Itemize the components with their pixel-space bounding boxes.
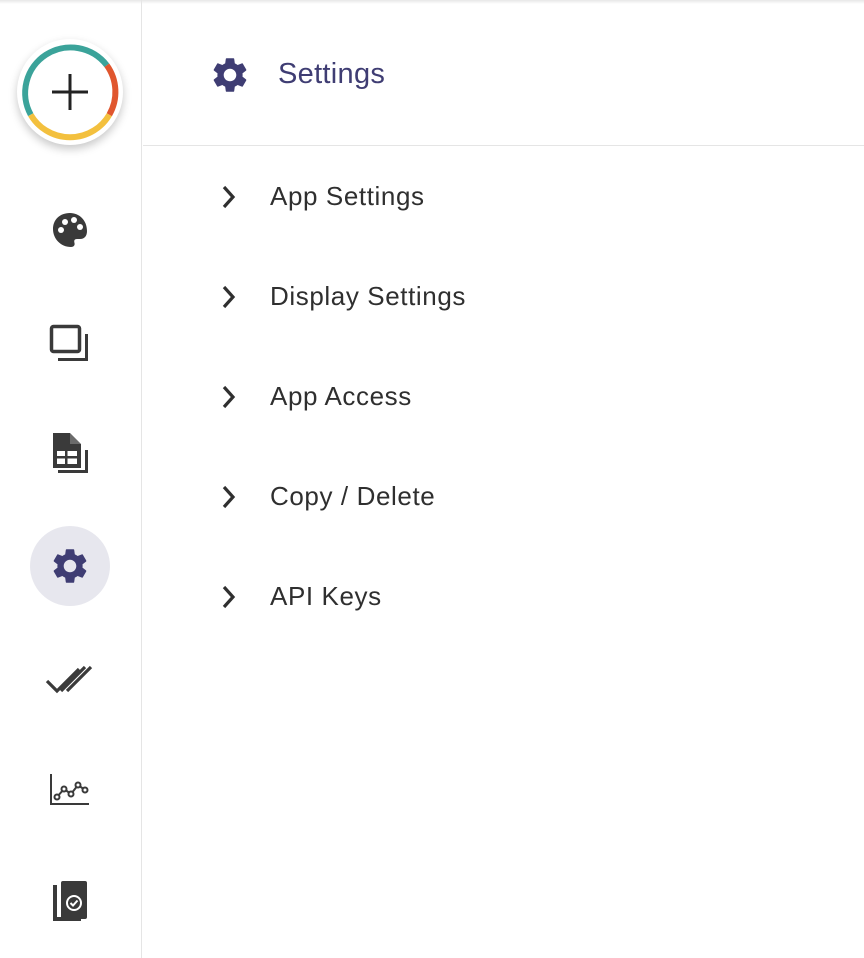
chevron-right-icon — [222, 485, 236, 509]
nav-themes[interactable] — [30, 190, 110, 270]
spreadsheet-icon — [53, 433, 88, 473]
sidebar — [0, 0, 142, 958]
nav-data[interactable] — [30, 414, 110, 494]
nav-pages[interactable] — [30, 303, 110, 383]
menu-item-label: API Keys — [270, 581, 382, 611]
copy-check-icon — [53, 881, 87, 921]
settings-header: Settings — [143, 0, 864, 146]
settings-panel: Settings App Settings Display Settings A… — [143, 0, 864, 958]
menu-item-label: Copy / Delete — [270, 481, 436, 511]
menu-item-app-settings[interactable]: App Settings — [143, 167, 743, 227]
add-button[interactable] — [17, 39, 123, 145]
chevron-right-icon — [222, 285, 236, 309]
gear-icon — [53, 549, 87, 583]
menu-item-api-keys[interactable]: API Keys — [143, 567, 743, 627]
plus-icon — [22, 44, 119, 141]
double-check-icon — [45, 665, 93, 694]
windows-icon — [49, 324, 88, 361]
gear-icon — [213, 58, 247, 92]
line-chart-icon — [50, 774, 89, 805]
chevron-right-icon — [222, 185, 236, 209]
nav-analytics[interactable] — [30, 750, 110, 830]
nav-workflows[interactable] — [30, 640, 110, 720]
menu-item-app-access[interactable]: App Access — [143, 367, 743, 427]
menu-item-display-settings[interactable]: Display Settings — [143, 267, 743, 327]
menu-item-label: Display Settings — [270, 281, 467, 311]
page-title: Settings — [278, 58, 386, 90]
menu-item-copy-delete[interactable]: Copy / Delete — [143, 467, 743, 527]
palette-icon — [53, 213, 87, 247]
menu-item-label: App Access — [270, 381, 412, 411]
nav-publish[interactable] — [30, 862, 110, 942]
chevron-right-icon — [222, 585, 236, 609]
menu-item-label: App Settings — [270, 181, 425, 211]
top-shadow — [0, 0, 864, 4]
nav-settings[interactable] — [30, 526, 110, 606]
chevron-right-icon — [222, 385, 236, 409]
